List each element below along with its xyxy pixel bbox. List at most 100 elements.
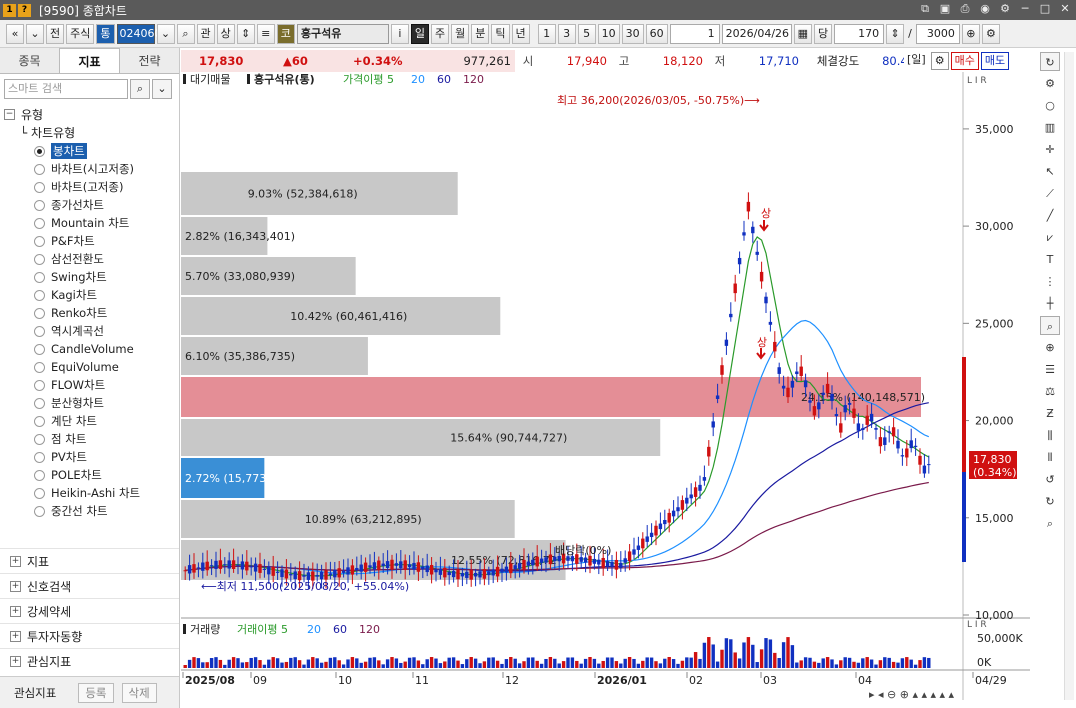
search-icon[interactable]: ⌕ xyxy=(176,23,195,44)
radio-button[interactable] xyxy=(34,253,45,265)
register-button[interactable]: 등록 xyxy=(78,682,114,703)
count-input[interactable]: 170 xyxy=(834,23,885,44)
z-icon[interactable]: Ƶ xyxy=(1040,404,1060,423)
period-minute-tab[interactable]: 분 xyxy=(471,23,490,44)
radio-button[interactable] xyxy=(34,361,45,373)
radio-button[interactable] xyxy=(34,379,45,391)
gear-icon[interactable]: ⚙ xyxy=(930,52,949,70)
radio-button[interactable] xyxy=(34,145,45,157)
refresh-icon[interactable]: ↻ xyxy=(1040,52,1060,71)
stock-name-field[interactable]: 흥구석유 xyxy=(296,23,389,44)
code-dropdown-icon[interactable]: ⌄ xyxy=(156,23,175,44)
chart-type-option[interactable]: 봉차트 xyxy=(4,142,179,160)
market-button[interactable]: 주식 xyxy=(66,23,95,44)
radio-button[interactable] xyxy=(34,289,45,301)
price-chart-svg[interactable]: 9.03% (52,384,618) 2.82% (16,343,401) 5.70… xyxy=(181,72,1030,701)
chart-type-option[interactable]: Heikin-Ashi 차트 xyxy=(4,484,179,502)
radio-button[interactable] xyxy=(34,199,45,211)
folder-indicator[interactable]: + 지표 xyxy=(0,548,179,573)
smart-search-input[interactable]: 스마트 검색 xyxy=(4,79,128,99)
period-tick-tab[interactable]: 틱 xyxy=(491,23,510,44)
line-icon[interactable]: ╱ xyxy=(1040,206,1060,225)
chart-type-option[interactable]: 점 차트 xyxy=(4,430,179,448)
radio-button[interactable] xyxy=(34,325,45,337)
rise-button[interactable]: 상 xyxy=(216,23,235,44)
chart-type-option[interactable]: Mountain 차트 xyxy=(4,214,179,232)
text-icon[interactable]: T xyxy=(1040,250,1060,269)
tab-stock[interactable]: 종목 xyxy=(0,48,59,73)
vertical-scrollbar[interactable] xyxy=(1064,52,1074,700)
minute-3-button[interactable]: 3 xyxy=(557,23,576,44)
radio-button[interactable] xyxy=(34,397,45,409)
prev-stock-button[interactable]: « xyxy=(6,23,24,44)
expand-icon[interactable]: + xyxy=(10,630,21,642)
tab-strategy[interactable]: 전략 xyxy=(120,48,179,73)
gear-icon[interactable]: ⚙ xyxy=(1040,74,1060,93)
crosshair-icon[interactable]: ✛ xyxy=(1040,140,1060,159)
radio-button[interactable] xyxy=(34,415,45,427)
expand-icon[interactable]: + xyxy=(10,605,21,617)
bar-chart-icon[interactable]: ▥ xyxy=(1040,118,1060,137)
chart-type-option[interactable]: PV차트 xyxy=(4,448,179,466)
folder-investor-trend[interactable]: + 투자자동향 xyxy=(0,623,179,648)
tong-button[interactable]: 통 xyxy=(96,23,115,44)
save-icon[interactable]: ▣ xyxy=(938,2,952,16)
sell-button[interactable]: 매도 xyxy=(980,52,1010,70)
current-button[interactable]: 당 xyxy=(814,23,833,44)
minute-1-button[interactable]: 1 xyxy=(537,23,556,44)
chart-type-option[interactable]: 바차트(시고저종) xyxy=(4,160,179,178)
zoom-in-icon[interactable]: ⊕ xyxy=(961,23,980,44)
chart-type-option[interactable]: 분산형차트 xyxy=(4,394,179,412)
radio-button[interactable] xyxy=(34,469,45,481)
radio-button[interactable] xyxy=(34,433,45,445)
print-icon[interactable]: ⎙ xyxy=(958,2,972,16)
redo-icon[interactable]: ↻ xyxy=(1040,492,1060,511)
help-icon[interactable]: ? xyxy=(18,3,31,17)
period-month-tab[interactable]: 월 xyxy=(451,23,470,44)
tab-indicator[interactable]: 지표 xyxy=(59,48,120,73)
watch-button[interactable]: 관 xyxy=(196,23,215,44)
chart-type-option[interactable]: 계단 차트 xyxy=(4,412,179,430)
radio-button[interactable] xyxy=(34,217,45,229)
pointer-icon[interactable]: ↖ xyxy=(1040,162,1060,181)
zoom-in-icon[interactable]: ⊕ xyxy=(1040,338,1060,357)
radio-button[interactable] xyxy=(34,181,45,193)
zoom-icon[interactable]: ⌕ xyxy=(1040,316,1060,335)
expand-icon[interactable]: + xyxy=(10,580,21,592)
list-icon[interactable]: ≡ xyxy=(256,23,275,44)
total-count-input[interactable]: 3000 xyxy=(915,23,960,44)
chart-type-option[interactable]: CandleVolume xyxy=(4,340,179,358)
minute-5-button[interactable]: 5 xyxy=(577,23,596,44)
delete-button[interactable]: 삭제 xyxy=(121,682,157,703)
chart-type-option[interactable]: EquiVolume xyxy=(4,358,179,376)
timeline-tools[interactable]: ▸ ◂ ⊖ ⊕ ▴ ▴ ▴ ▴ ▴ xyxy=(869,688,955,701)
trendline-icon[interactable]: ⟋ xyxy=(1040,184,1060,203)
step-select[interactable]: 1 xyxy=(669,23,720,44)
balance-icon[interactable]: ⚖ xyxy=(1040,382,1060,401)
chart-type-option[interactable]: POLE차트 xyxy=(4,466,179,484)
settings-icon[interactable]: ⚙ xyxy=(998,2,1012,16)
camera-icon[interactable]: ◉ xyxy=(978,2,992,16)
folder-type[interactable]: − 유형 xyxy=(0,104,179,124)
search-icon[interactable]: ⌕ xyxy=(130,79,150,99)
chart-type-option[interactable]: 역시계곡선 xyxy=(4,322,179,340)
expand-icon[interactable]: + xyxy=(10,655,21,667)
date-field[interactable]: 2026/04/26 xyxy=(721,23,792,44)
chart-type-option[interactable]: 종가선차트 xyxy=(4,196,179,214)
candle-icon[interactable]: ┼ xyxy=(1040,294,1060,313)
period-day-tab[interactable]: 일 xyxy=(410,23,429,44)
collapse-icon[interactable]: − xyxy=(4,108,15,120)
gear-icon[interactable]: ⚙ xyxy=(981,23,1000,44)
chart-type-option[interactable]: Swing차트 xyxy=(4,268,179,286)
chart-type-option[interactable]: P&F차트 xyxy=(4,232,179,250)
radio-button[interactable] xyxy=(34,163,45,175)
maximize-icon[interactable]: □ xyxy=(1038,2,1052,16)
radio-button[interactable] xyxy=(34,307,45,319)
chevron-down-icon[interactable]: ⌄ xyxy=(26,23,44,44)
undo-icon[interactable]: ↺ xyxy=(1040,470,1060,489)
minute-10-button[interactable]: 10 xyxy=(597,23,620,44)
circle-icon[interactable]: ○ xyxy=(1040,96,1060,115)
count-spinner-icon[interactable]: ⇕ xyxy=(886,23,905,44)
minute-60-button[interactable]: 60 xyxy=(645,23,668,44)
auto-line-icon[interactable]: ⩗ xyxy=(1040,228,1060,247)
